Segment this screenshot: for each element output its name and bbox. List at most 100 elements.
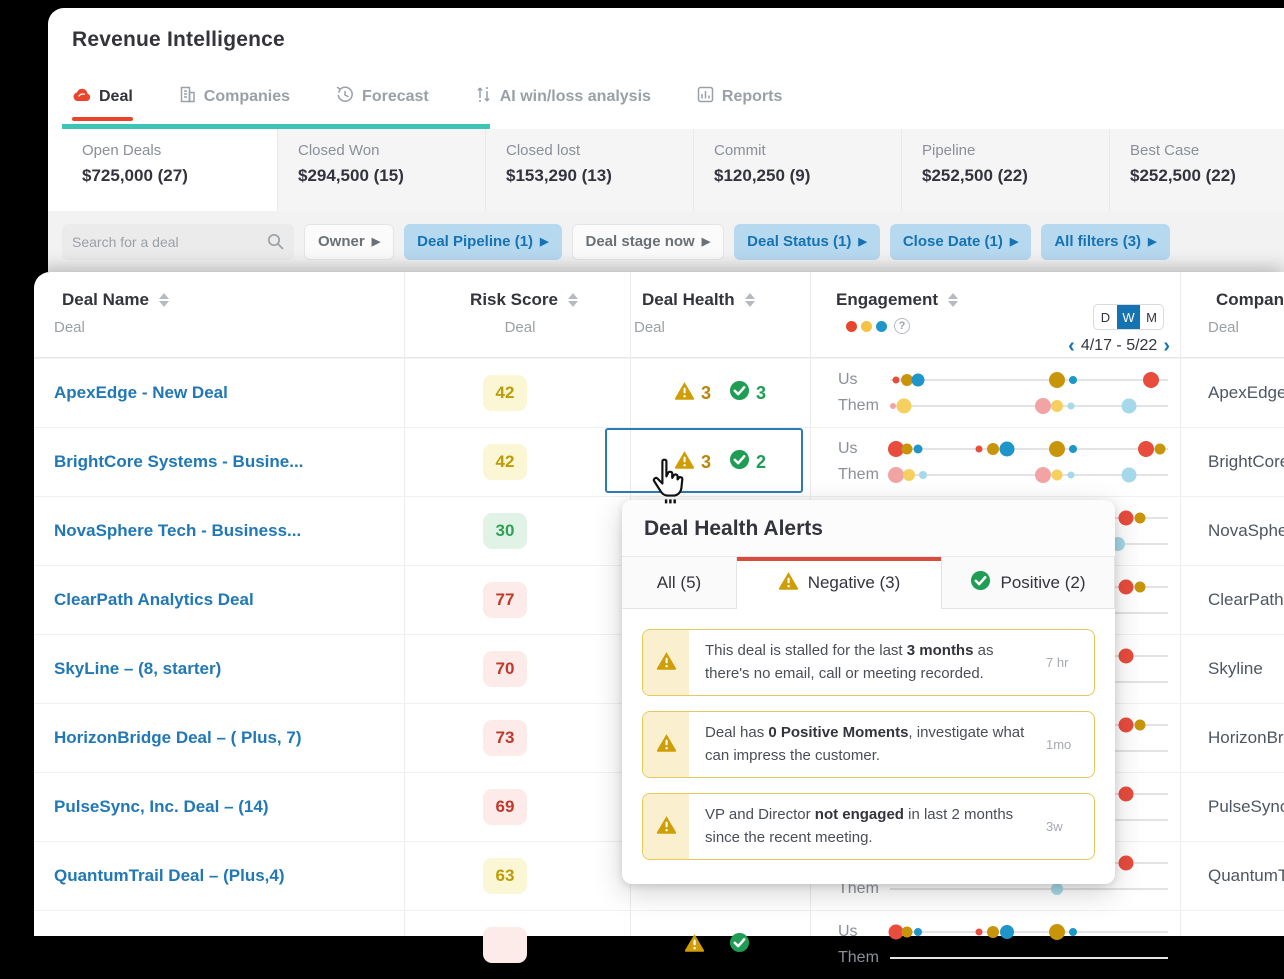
warning-icon — [778, 571, 799, 595]
company-cell: QuantumTrail — [1208, 866, 1284, 886]
period-option-m[interactable]: M — [1140, 305, 1163, 329]
search-box[interactable] — [62, 224, 294, 260]
filter-bar: Owner▶ Deal Pipeline (1)▶ Deal stage now▶D… — [48, 211, 1284, 272]
nav-tab-forecast[interactable]: Forecast — [336, 86, 429, 122]
column-header-risk-score[interactable]: Risk Score — [430, 290, 610, 310]
popup-tab-all-5-[interactable]: All (5) — [622, 557, 737, 609]
company-cell: ApexEdge — [1208, 383, 1284, 403]
filter-chip-deal-status-1-[interactable]: Deal Status (1)▶ — [734, 224, 880, 260]
us-label: Us — [838, 371, 858, 389]
deal-name-link[interactable]: BrightCore Systems - Busine... — [54, 452, 303, 472]
risk-score-badge: 69 — [483, 789, 527, 825]
chevron-right-icon[interactable]: › — [1163, 336, 1170, 356]
sort-icon[interactable] — [948, 293, 958, 307]
column-header-deal-name[interactable]: Deal Name — [54, 290, 169, 310]
deal-name-link[interactable]: SkyLine – (8, starter) — [54, 659, 221, 679]
filter-chip-close-date-1-[interactable]: Close Date (1)▶ — [890, 224, 1032, 260]
popup-tab-negative-3-[interactable]: Negative (3) — [737, 557, 942, 609]
popup-tab-label: Negative (3) — [808, 573, 901, 593]
summary-card-open-deals[interactable]: Open Deals$725,000 (27) — [62, 129, 277, 211]
nav-tab-companies[interactable]: Companies — [179, 86, 290, 122]
engagement-dot — [1049, 924, 1065, 940]
period-option-d[interactable]: D — [1094, 305, 1117, 329]
engagement-dot — [1119, 511, 1134, 526]
engagement-dot — [1135, 582, 1146, 593]
deal-name-link[interactable]: ClearPath Analytics Deal — [54, 590, 254, 610]
column-subtitle: Deal — [54, 319, 169, 336]
them-label: Them — [838, 397, 879, 415]
engagement-dot — [1051, 470, 1062, 481]
popup-tab-positive-2-[interactable]: Positive (2) — [942, 557, 1115, 609]
engagement-dot — [1000, 925, 1014, 939]
filter-chip-owner[interactable]: Owner▶ — [304, 224, 394, 260]
header-panel: Revenue Intelligence Deal Companies Foreca… — [48, 8, 1284, 272]
deal-name-link[interactable]: HorizonBridge Deal – ( Plus, 7) — [54, 728, 302, 748]
popup-tab-label: Positive (2) — [1000, 573, 1085, 593]
them-label: Them — [838, 949, 879, 967]
company-cell: PulseSync — [1208, 797, 1284, 817]
column-subtitle: Deal — [1208, 319, 1284, 336]
summary-card-best-case[interactable]: Best Case$252,500 (22) — [1109, 129, 1284, 211]
risk-score-badge: 30 — [483, 513, 527, 549]
engagement-dot — [911, 374, 924, 387]
deal-name-link[interactable]: ApexEdge - New Deal — [54, 383, 228, 403]
check-icon — [729, 380, 750, 406]
period-option-w[interactable]: W — [1117, 305, 1140, 329]
sort-icon[interactable] — [159, 293, 169, 307]
help-icon[interactable]: ? — [894, 318, 910, 334]
summary-card-closed-lost[interactable]: Closed lost$153,290 (13) — [485, 129, 693, 211]
engagement-dot — [1067, 403, 1074, 410]
engagement-dot — [903, 469, 915, 481]
deal-health-cell[interactable] — [630, 911, 810, 979]
deal-name-link[interactable]: QuantumTrail Deal – (Plus,4) — [54, 866, 285, 886]
engagement-dot — [913, 445, 922, 454]
chip-label: All filters (3) — [1054, 233, 1141, 250]
risk-score-badge: 42 — [483, 444, 527, 480]
deal-name-link[interactable]: NovaSphere Tech - Business... — [54, 521, 301, 541]
filter-chip-deal-stage-now[interactable]: Deal stage now▶ — [572, 224, 725, 260]
deal-health-cell[interactable]: 33 — [630, 359, 810, 427]
engagement-dot — [1122, 399, 1137, 414]
them-timeline — [890, 474, 1168, 476]
summary-card-pipeline[interactable]: Pipeline$252,500 (22) — [901, 129, 1109, 211]
card-label: Open Deals — [82, 142, 257, 159]
engagement-dot — [1135, 513, 1146, 524]
card-value: $153,290 (13) — [506, 166, 673, 186]
engagement-dot — [1119, 580, 1134, 595]
popup-tab-label: All (5) — [657, 573, 701, 593]
risk-score-badge: 42 — [483, 375, 527, 411]
us-timeline — [890, 448, 1168, 450]
alert-message: VP and Director not engaged in last 2 mo… — [689, 794, 1046, 859]
them-timeline — [890, 888, 1168, 890]
alert-card[interactable]: Deal has 0 Positive Moments, investigate… — [642, 711, 1095, 778]
risk-score-badge: 70 — [483, 651, 527, 687]
alert-icon-band — [643, 712, 689, 777]
legend-dot-yellow — [861, 321, 872, 332]
filter-chip-all-filters-3-[interactable]: All filters (3)▶ — [1041, 224, 1169, 260]
caret-right-icon: ▶ — [702, 235, 710, 248]
sort-icon[interactable] — [568, 293, 578, 307]
summary-card-closed-won[interactable]: Closed Won$294,500 (15) — [277, 129, 485, 211]
search-input[interactable] — [72, 234, 267, 250]
them-label: Them — [838, 466, 879, 484]
chevron-left-icon[interactable]: ‹ — [1068, 336, 1075, 356]
alert-card[interactable]: VP and Director not engaged in last 2 mo… — [642, 793, 1095, 860]
engagement-dot — [896, 399, 911, 414]
nav-tab-reports[interactable]: Reports — [697, 86, 782, 122]
engagement-dot — [1143, 372, 1159, 388]
nav-tab-deal[interactable]: Deal — [72, 87, 133, 121]
page-title: Revenue Intelligence — [72, 28, 285, 52]
deal-name-link[interactable]: PulseSync, Inc. Deal – (14) — [54, 797, 268, 817]
engagement-dot — [1154, 444, 1165, 455]
sort-icon[interactable] — [745, 293, 755, 307]
card-value: $294,500 (15) — [298, 166, 465, 186]
nav-tab-ai-win-loss-analysis[interactable]: AI win/loss analysis — [475, 86, 651, 122]
column-header-deal-health[interactable]: Deal Health — [634, 290, 810, 310]
column-header-company[interactable]: Company — [1208, 290, 1284, 310]
filter-chip-deal-pipeline-1-[interactable]: Deal Pipeline (1)▶ — [404, 224, 561, 260]
engagement-dot — [888, 467, 904, 483]
nav-tabs: Deal Companies Forecast AI win/loss analysi… — [72, 86, 782, 122]
us-label: Us — [838, 440, 858, 458]
alert-card[interactable]: This deal is stalled for the last 3 mont… — [642, 629, 1095, 696]
summary-card-commit[interactable]: Commit$120,250 (9) — [693, 129, 901, 211]
